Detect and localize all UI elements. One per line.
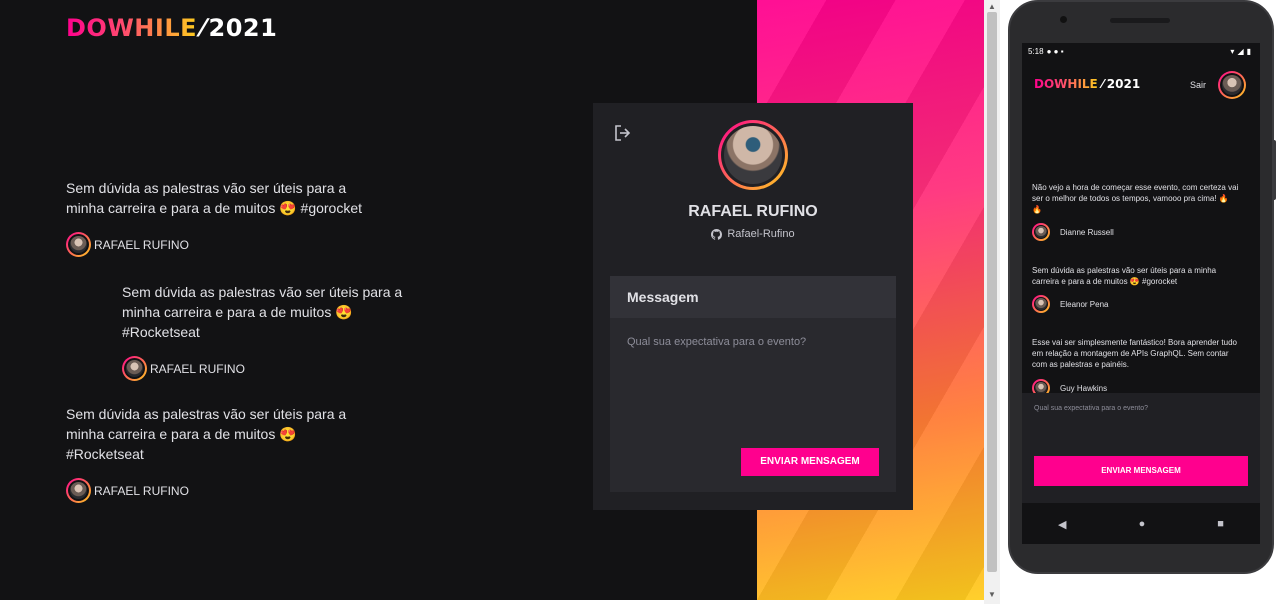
logo-slash: ⁄: [201, 14, 206, 42]
message-item: Sem dúvida as palestras vão ser úteis pa…: [66, 178, 396, 257]
user-name: RAFAEL RUFINO: [94, 237, 189, 252]
battery-icon: ▮: [1246, 47, 1251, 56]
message-text: Sem dúvida as palestras vão ser úteis pa…: [66, 180, 363, 216]
android-emulator: 5:18 ● ● ▪ ▾ ◢ ▮ DOWHILE ⁄ 2021 Sair Não vejo…: [1008, 0, 1274, 574]
avatar: [1032, 295, 1050, 313]
logo-year: 2021: [208, 14, 278, 42]
message-item: Sem dúvida as palestras vão ser úteis pa…: [122, 282, 452, 381]
logo-slash: ⁄: [1101, 77, 1104, 91]
status-time: 5:18: [1028, 47, 1044, 56]
mobile-message-text: Sem dúvida as palestras vão ser úteis pa…: [1032, 266, 1217, 286]
web-app: DOWHILE ⁄ 2021 Sem dúvida as palestras vão…: [0, 0, 984, 600]
user-name: Guy Hawkins: [1060, 383, 1108, 393]
mobile-message-textarea[interactable]: Qual sua expectativa para o evento?: [1034, 405, 1148, 412]
signal-icon: ◢: [1237, 47, 1244, 56]
speaker-grille: [1110, 18, 1170, 23]
user-name: Eleanor Pena: [1060, 299, 1109, 309]
scroll-down-arrow-icon[interactable]: ▼: [988, 590, 996, 599]
avatar: [66, 232, 91, 257]
page-scrollbar[interactable]: ▲ ▼: [984, 0, 1000, 604]
mobile-message-user: Dianne Russell: [1032, 223, 1114, 241]
signout-button[interactable]: Sair: [1190, 80, 1206, 90]
github-handle[interactable]: Rafael-Rufino: [593, 228, 913, 240]
avatar[interactable]: [1218, 71, 1246, 99]
stage: DOWHILE ⁄ 2021 Sem dúvida as palestras vão…: [0, 0, 1280, 604]
mobile-message-user: Eleanor Pena: [1032, 295, 1108, 313]
avatar: [66, 478, 91, 503]
user-name-heading: RAFAEL RUFINO: [688, 203, 818, 220]
back-icon[interactable]: ◀: [1058, 518, 1066, 531]
message-user: RAFAEL RUFINO: [66, 232, 396, 257]
mobile-message-text: Não vejo a hora de começar esse evento, …: [1032, 183, 1239, 214]
mobile-message-form: Qual sua expectativa para o evento? ENVI…: [1022, 393, 1260, 503]
recent-apps-icon[interactable]: ■: [1217, 518, 1224, 530]
message-item: Sem dúvida as palestras vão ser úteis pa…: [66, 404, 396, 503]
message-textarea[interactable]: Qual sua expectativa para o evento?: [627, 336, 806, 348]
github-icon: [711, 228, 723, 240]
status-bar: 5:18 ● ● ▪ ▾ ◢ ▮: [1028, 47, 1254, 59]
scroll-up-arrow-icon[interactable]: ▲: [988, 2, 996, 11]
window-bottom-edge: [0, 600, 984, 604]
android-nav-bar: ◀ ● ■: [1022, 504, 1260, 544]
phone-screen: 5:18 ● ● ▪ ▾ ◢ ▮ DOWHILE ⁄ 2021 Sair Não vejo…: [1022, 43, 1260, 544]
send-message-button[interactable]: ENVIAR MENSAGEM: [741, 448, 879, 476]
mobile-send-message-button[interactable]: ENVIAR MENSAGEM: [1034, 456, 1248, 486]
user-avatar-large: [718, 120, 788, 190]
scrollbar-thumb[interactable]: [987, 12, 997, 572]
send-message-card: RAFAEL RUFINO Rafael-Rufino Messagem Qua…: [593, 103, 913, 510]
github-username: Rafael-Rufino: [727, 228, 795, 240]
mobile-message-text: Esse vai ser simplesmente fantástico! Bo…: [1032, 338, 1237, 369]
message-user: RAFAEL RUFINO: [122, 356, 452, 381]
logo-year: 2021: [1106, 77, 1141, 91]
wifi-icon: ▾: [1230, 47, 1235, 56]
logo-brand: DOWHILE: [1034, 77, 1098, 91]
message-form: Messagem Qual sua expectativa para o eve…: [610, 276, 896, 492]
home-icon[interactable]: ●: [1139, 518, 1146, 530]
user-name: RAFAEL RUFINO: [94, 483, 189, 498]
form-label: Messagem: [610, 276, 896, 318]
avatar: [1032, 223, 1050, 241]
message-user: RAFAEL RUFINO: [66, 478, 396, 503]
sign-out-icon[interactable]: [613, 123, 633, 143]
avatar: [122, 356, 147, 381]
user-name: RAFAEL RUFINO: [150, 361, 245, 376]
user-name: Dianne Russell: [1060, 227, 1114, 237]
message-text: Sem dúvida as palestras vão ser úteis pa…: [66, 406, 347, 462]
dowhile-logo: DOWHILE ⁄ 2021: [66, 14, 277, 42]
camera-icon: [1060, 16, 1067, 23]
logo-brand: DOWHILE: [66, 14, 197, 42]
dowhile-logo: DOWHILE ⁄ 2021: [1034, 77, 1140, 91]
message-text: Sem dúvida as palestras vão ser úteis pa…: [122, 284, 403, 340]
notification-icons: ● ● ▪: [1046, 47, 1064, 56]
